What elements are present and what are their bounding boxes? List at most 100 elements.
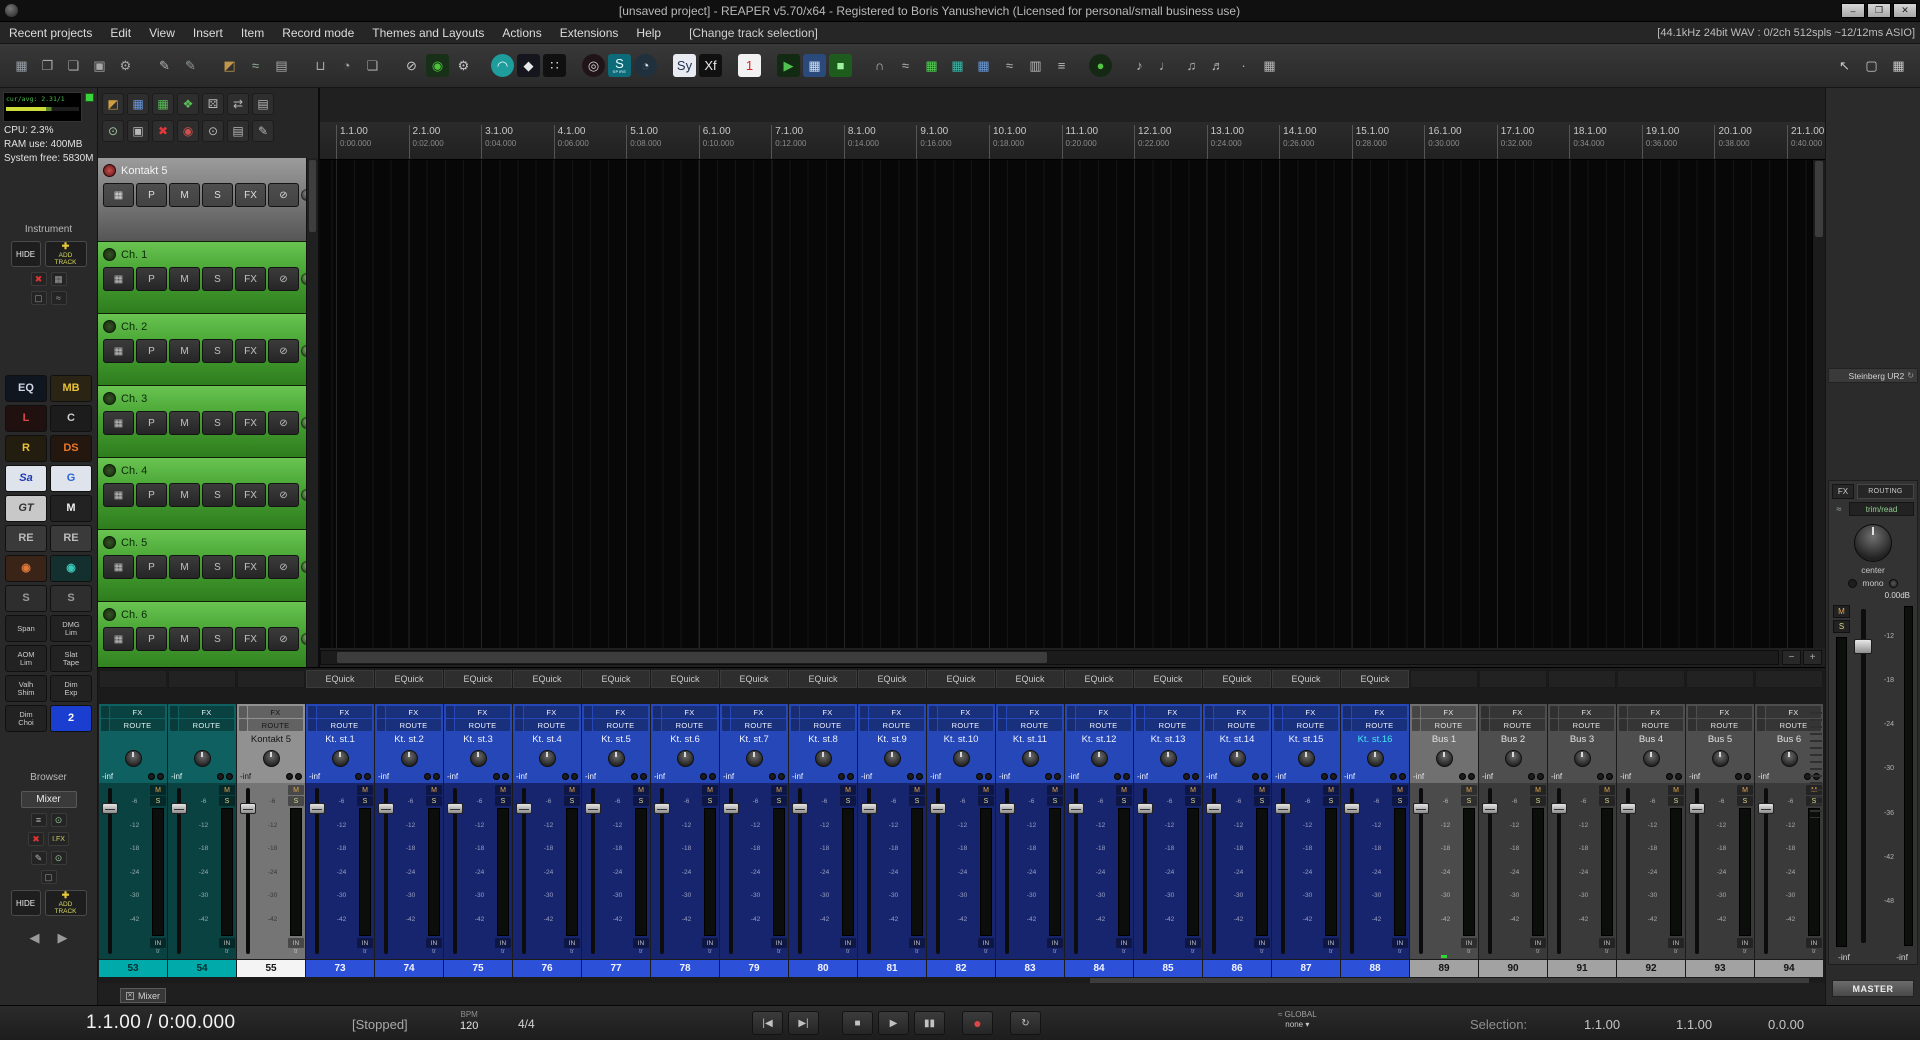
ruler-measure-mark[interactable]: 3.1.00 0:04.000 [481,125,516,159]
channel-pan-knob[interactable] [1711,750,1729,767]
record-arm-icon[interactable]: ◉ [177,120,199,142]
channel-pan-knob[interactable] [262,750,280,767]
menu-item-themes-and-layouts[interactable]: Themes and Layouts [363,26,493,40]
snapshot-icon[interactable]: ❖ [177,93,199,115]
fader-handle[interactable] [447,803,463,814]
channel-number[interactable]: 88 [1341,960,1409,977]
open-project-icon[interactable]: ❏ [62,54,85,77]
clock-icon[interactable]: ◔ [335,54,358,77]
channel-volume-fader[interactable] [377,785,395,957]
channel-number[interactable]: 53 [99,960,167,977]
channel-mute-button[interactable]: M [1461,785,1477,795]
plugin-tile-m[interactable]: M [50,495,92,522]
fader-handle[interactable] [240,803,256,814]
channel-number[interactable]: 93 [1686,960,1754,977]
channel-pan-knob[interactable] [331,750,349,767]
channel-fx-button[interactable]: FX [110,706,165,718]
horizontal-scrollbar-thumb[interactable] [337,652,1047,663]
fader-handle[interactable] [999,803,1015,814]
zoom-grid-icon[interactable]: ▤ [252,93,274,115]
route-led[interactable] [515,719,523,731]
sylenth-icon[interactable]: Sy [673,54,696,77]
fx-enable-led[interactable] [929,706,937,718]
channel-arm-button[interactable] [709,773,716,780]
record-arm-button[interactable] [103,392,116,405]
channel-mute-button[interactable]: M [564,785,580,795]
channel-pan-knob[interactable] [1642,750,1660,767]
color-theme-icon[interactable]: ◩ [218,54,241,77]
channel-solo-button[interactable]: S [1185,796,1201,806]
channel-route-button[interactable]: ROUTE [593,719,648,731]
selection-length[interactable]: 0.0.00 [1768,1017,1860,1032]
mixer-channel-strip[interactable]: EQuick FX ROUTE Kt. st.14 -inf -6 -12 -18 -24 -30… [1203,670,1271,977]
channel-mute-button[interactable]: M [426,785,442,795]
close-window-icon[interactable]: ✖ [28,832,45,846]
diamond-plugin-icon[interactable]: ◆ [517,54,540,77]
fx-enable-led[interactable] [515,706,523,718]
channel-route-button[interactable]: ROUTE [179,719,234,731]
channel-fx-button[interactable]: FX [593,706,648,718]
channel-fx-button[interactable]: FX [1628,706,1683,718]
channel-volume-fader[interactable] [1067,785,1085,957]
fx-insert-slot[interactable] [1410,670,1478,688]
channel-input-button[interactable]: IN [150,938,166,948]
tab-close-icon[interactable]: ✕ [126,991,134,1000]
track-list-icon[interactable]: ≡ [30,813,47,827]
mixer-channel-strip[interactable]: EQuick FX ROUTE Kt. st.4 -inf -6 -12 -18 -24 -30-… [513,670,581,977]
channel-arm-button[interactable] [1675,773,1682,780]
channel-mute-button[interactable]: M [909,785,925,795]
next-arrow-button[interactable]: ▶ [58,930,68,946]
fx-insert-slot[interactable]: EQuick [858,670,926,688]
fx-enable-led[interactable] [377,706,385,718]
channel-phase-button[interactable] [1459,773,1466,780]
draw-pencil-icon[interactable]: ✎ [252,120,274,142]
route-led[interactable] [929,719,937,731]
channel-fx-button[interactable]: FX [1007,706,1062,718]
channel-phase-button[interactable] [976,773,983,780]
global-automation-control[interactable]: ≈ GLOBAL none ▾ [1278,1010,1317,1031]
channel-mute-button[interactable]: M [1530,785,1546,795]
mixer-dock-tab[interactable]: ✕ Mixer [120,988,166,1003]
fx-enable-led[interactable] [239,706,247,718]
channel-arm-button[interactable] [433,773,440,780]
menu-item-record-mode[interactable]: Record mode [273,26,363,40]
theme-color-icon[interactable]: ◩ [102,93,124,115]
plugin-tile-s2[interactable]: S [50,585,92,612]
fader-handle[interactable] [930,803,946,814]
fader-handle[interactable] [585,803,601,814]
route-button[interactable]: ▦ [103,483,134,507]
plugin-tile-span[interactable]: Span [5,615,47,642]
solo-button[interactable]: S [202,183,233,207]
channel-input-button[interactable]: IN [1116,938,1132,948]
dice-icon[interactable]: ⚄ [202,93,224,115]
phase-button[interactable]: ⊘ [268,627,299,651]
vertical-scrollbar-thumb[interactable] [1815,161,1823,237]
ruler-measure-mark[interactable]: 10.1.00 0:18.000 [988,125,1026,159]
plugin-tile-knob-teal[interactable]: ◉ [50,555,92,582]
channel-arm-button[interactable] [1537,773,1544,780]
channel-input-button[interactable]: IN [771,938,787,948]
channel-arm-button[interactable] [1606,773,1613,780]
channel-mute-button[interactable]: M [219,785,235,795]
close-button[interactable]: ✕ [1893,3,1917,18]
fader-handle[interactable] [1206,803,1222,814]
route-led[interactable] [1412,719,1420,731]
channel-volume-fader[interactable] [101,785,119,957]
channel-route-button[interactable]: ROUTE [662,719,717,731]
route-led[interactable] [722,719,730,731]
channel-solo-button[interactable]: S [495,796,511,806]
channel-number[interactable]: 82 [927,960,995,977]
channel-pan-knob[interactable] [1573,750,1591,767]
plugin-tile-knob-orange[interactable]: ◉ [5,555,47,582]
draw-pencil-icon[interactable]: ✎ [30,851,47,865]
channel-number[interactable]: 75 [444,960,512,977]
channel-phase-button[interactable] [148,773,155,780]
channel-pan-knob[interactable] [193,750,211,767]
channel-arm-button[interactable] [640,773,647,780]
channel-fx-button[interactable]: FX [524,706,579,718]
track-panel[interactable]: Ch. 2V▦PMSFX⊘4 [98,314,306,386]
record-arm-button[interactable] [103,248,116,261]
channel-input-button[interactable]: IN [1461,938,1477,948]
fx-insert-slot[interactable]: EQuick [513,670,581,688]
tcp-scrollbar[interactable] [306,158,318,667]
